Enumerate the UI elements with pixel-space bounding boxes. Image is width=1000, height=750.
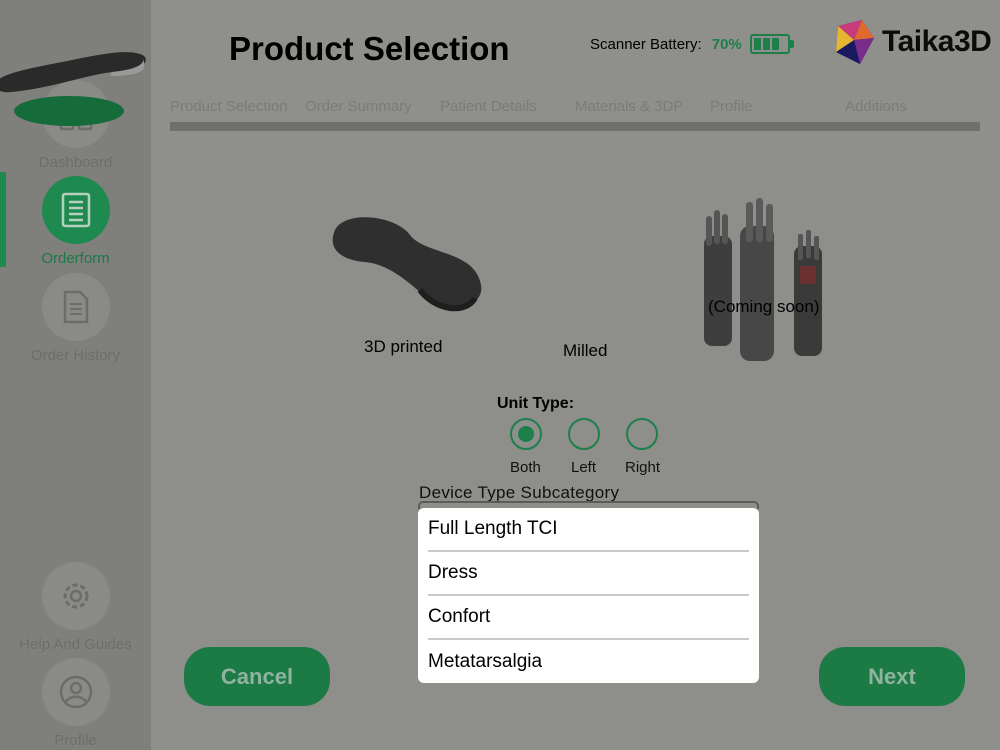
step-order-summary[interactable]: Order Summary xyxy=(305,98,412,115)
sidebar-label-profile: Profile xyxy=(54,732,97,749)
order-history-circle xyxy=(41,273,110,341)
product-label-3d-printed: 3D printed xyxy=(364,337,443,356)
milled-shadow xyxy=(14,96,124,126)
scanner-battery: Scanner Battery: 70% xyxy=(590,34,794,54)
product-label-milled: Milled xyxy=(563,341,608,360)
sidebar-item-help[interactable]: Help And Guides xyxy=(0,562,151,653)
subcategory-option[interactable]: Confort xyxy=(428,596,749,640)
brand-name: Taika3D xyxy=(882,25,992,58)
battery-icon xyxy=(749,34,794,54)
taika3d-logo-icon xyxy=(836,20,874,64)
radio-left[interactable] xyxy=(568,418,600,450)
radio-right[interactable] xyxy=(626,418,658,450)
sidebar-item-profile[interactable]: Profile xyxy=(0,658,151,749)
subcategory-option[interactable]: Dress xyxy=(428,552,749,596)
sidebar-label-order-history: Order History xyxy=(30,347,121,364)
orderform-list-icon xyxy=(61,192,90,228)
orderform-circle xyxy=(41,176,110,244)
radio-label-right: Right xyxy=(625,459,661,476)
subcategory-dropdown-list: Full Length TCI Dress Confort Metatarsal… xyxy=(418,508,759,683)
sidebar-label-help: Help And Guides xyxy=(19,636,132,653)
step-navigation: Product Selection Order Summary Patient … xyxy=(170,98,980,118)
sidebar-item-orderform[interactable]: Orderform xyxy=(0,176,151,267)
step-product-selection[interactable]: Product Selection xyxy=(170,98,288,115)
device-subcategory-label: Device Type Subcategory xyxy=(419,483,620,502)
step-additions[interactable]: Additions xyxy=(845,98,907,115)
user-icon xyxy=(59,675,92,709)
sidebar-label-dashboard: Dashboard xyxy=(38,154,113,171)
help-circle xyxy=(41,562,110,630)
product-label-coming-soon: (Coming soon) xyxy=(708,297,820,316)
radio-label-left: Left xyxy=(571,459,597,476)
radio-both[interactable] xyxy=(510,418,542,450)
prosthetic-hands-image xyxy=(704,198,822,361)
product-3d-printed[interactable] xyxy=(325,210,485,320)
gear-icon xyxy=(63,583,88,609)
subcategory-option[interactable]: Metatarsalgia xyxy=(428,640,749,684)
sidebar-label-orderform: Orderform xyxy=(41,250,110,267)
insole-3d-printed-image xyxy=(332,217,482,312)
profile-circle xyxy=(41,658,110,726)
radio-label-both: Both xyxy=(510,459,541,476)
page-title: Product Selection xyxy=(229,30,510,67)
document-icon xyxy=(63,290,88,324)
brand-logo: Taika3D xyxy=(832,18,992,66)
sidebar-item-order-history[interactable]: Order History xyxy=(0,273,151,364)
step-profile[interactable]: Profile xyxy=(710,98,753,115)
subcategory-option[interactable]: Full Length TCI xyxy=(428,508,749,552)
step-patient-details[interactable]: Patient Details xyxy=(440,98,537,115)
cancel-button[interactable]: Cancel xyxy=(184,647,330,706)
battery-percentage: 70% xyxy=(711,35,742,53)
battery-label: Scanner Battery: xyxy=(590,35,702,53)
next-button[interactable]: Next xyxy=(819,647,965,706)
product-coming-soon xyxy=(700,196,830,366)
step-progress-bar xyxy=(170,122,980,131)
step-materials-3dp[interactable]: Materials & 3DP xyxy=(575,98,683,115)
unit-type-title: Unit Type: xyxy=(497,395,575,412)
